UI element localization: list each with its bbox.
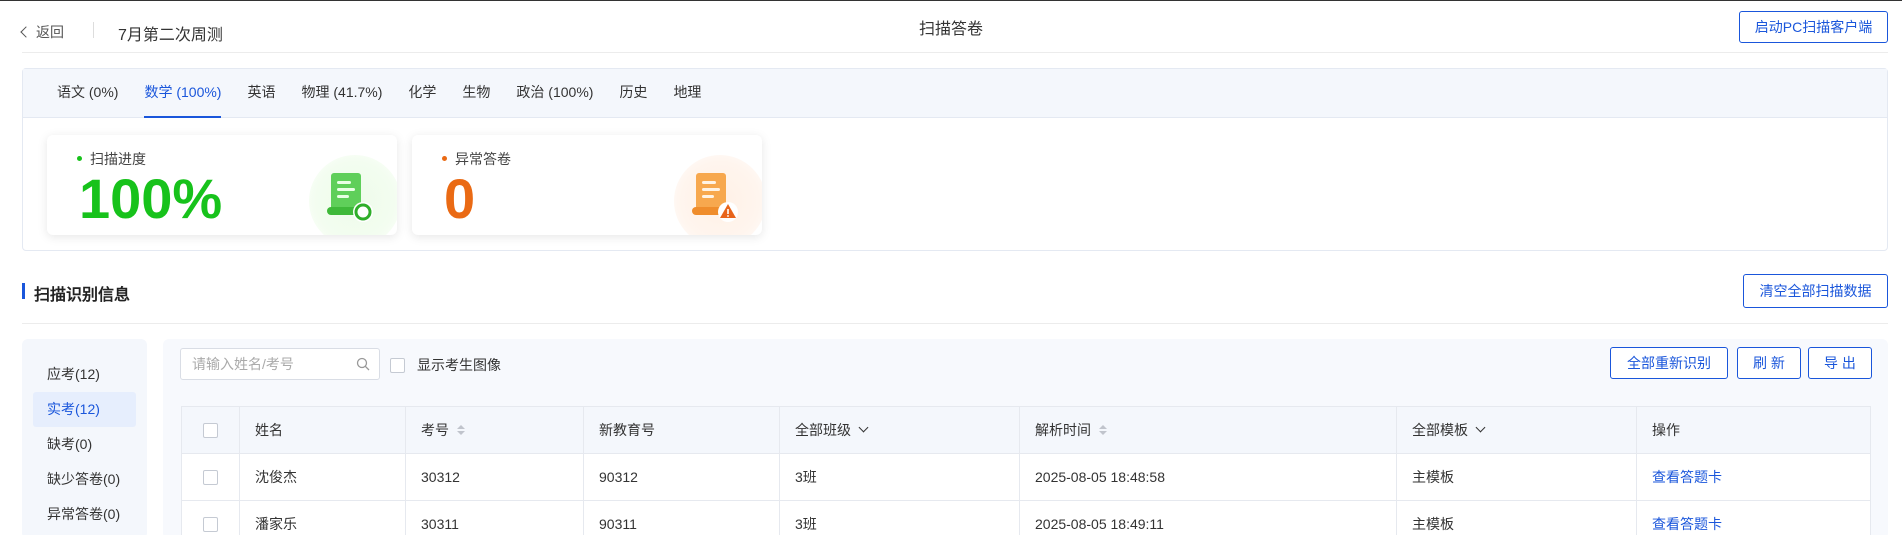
show-photo-toggle[interactable]: 显示考生图像 [390,355,501,375]
cell-edu-no: 90311 [584,501,780,535]
scroll-progress-icon [309,155,397,235]
tab-subject[interactable]: 地理 [673,69,701,118]
column-header-name: 姓名 [240,407,406,453]
show-photo-label: 显示考生图像 [417,357,501,373]
cell-action: 查看答题卡 [1637,454,1870,500]
tab-subject[interactable]: 化学 [408,69,436,118]
page-header: 返回 7月第二次周测 扫描答卷 启动PC扫描客户端 [0,0,1902,54]
column-header-time[interactable]: 解析时间 [1020,407,1397,453]
refresh-button[interactable]: 刷 新 [1737,347,1801,379]
export-button[interactable]: 导 出 [1808,347,1872,379]
cell-time: 2025-08-05 18:49:11 [1020,501,1397,535]
tab-subject[interactable]: 语文 (0%) [57,69,118,118]
filter-item-present[interactable]: 实考(12) [33,392,136,427]
chevron-down-icon [858,422,869,432]
section-title: 扫描识别信息 [22,281,130,305]
tab-subject[interactable]: 英语 [247,69,275,118]
filter-item-abnormal-sheets[interactable]: 异常答卷(0) [33,497,136,532]
column-header-edu-no: 新教育号 [584,407,780,453]
view-answer-sheet-link[interactable]: 查看答题卡 [1652,514,1722,534]
select-all-cell [182,407,240,453]
search-icon[interactable] [356,357,370,371]
sort-icon[interactable] [457,425,465,435]
filter-item-expected[interactable]: 应考(12) [33,357,136,392]
tab-subject[interactable]: 物理 (41.7%) [301,69,382,118]
template-filter-dropdown[interactable]: 全部模板 [1397,407,1637,453]
select-all-checkbox[interactable] [203,422,218,438]
class-filter-dropdown[interactable]: 全部班级 [780,407,1020,453]
reidentify-all-button[interactable]: 全部重新识别 [1610,347,1728,379]
search-input[interactable] [192,356,352,372]
view-answer-sheet-link[interactable]: 查看答题卡 [1652,467,1722,487]
status-dot [442,155,447,161]
cell-name: 潘家乐 [240,501,406,535]
scroll-warning-icon [674,155,762,235]
results-table: 姓名 考号 新教育号 全部班级 解析时间 全部模板 操作 沈俊杰 30312 9… [181,406,1871,535]
cell-template: 主模板 [1397,454,1637,500]
show-photo-checkbox[interactable] [390,357,405,373]
cell-name: 沈俊杰 [240,454,406,500]
filter-item-absent[interactable]: 缺考(0) [33,427,136,462]
column-header-action: 操作 [1652,422,1680,438]
row-checkbox[interactable] [203,469,218,485]
section-divider [22,323,1888,324]
subject-panel: 语文 (0%) 数学 (100%) 英语 物理 (41.7%) 化学 生物 政治… [22,68,1888,251]
cell-class: 3班 [780,501,1020,535]
sort-icon[interactable] [1099,425,1107,435]
cell-class: 3班 [780,454,1020,500]
filter-item-missing-sheets[interactable]: 缺少答卷(0) [33,462,136,497]
status-filter-list: 应考(12) 实考(12) 缺考(0) 缺少答卷(0) 异常答卷(0) [22,339,147,535]
page-title: 扫描答卷 [918,21,983,38]
row-select-cell [182,454,240,500]
subject-tabs: 语文 (0%) 数学 (100%) 英语 物理 (41.7%) 化学 生物 政治… [23,69,1887,118]
search-box [180,348,380,380]
column-header-exam-no[interactable]: 考号 [406,407,584,453]
row-checkbox[interactable] [203,516,218,532]
launch-pc-scanner-button[interactable]: 启动PC扫描客户端 [1739,11,1888,43]
scan-progress-value: 100% [79,167,223,230]
abnormal-sheets-value: 0 [444,167,476,230]
cell-action: 查看答题卡 [1637,501,1870,535]
header-divider-line [22,52,1888,53]
cell-time: 2025-08-05 18:48:58 [1020,454,1397,500]
tab-subject[interactable]: 历史 [619,69,647,118]
table-header-row: 姓名 考号 新教育号 全部班级 解析时间 全部模板 操作 [182,407,1870,454]
abnormal-sheets-card: 异常答卷 0 [412,135,762,235]
clear-scan-data-button[interactable]: 清空全部扫描数据 [1743,274,1888,308]
scan-results-panel: 显示考生图像 全部重新识别 刷 新 导 出 姓名 考号 新教育号 全部班级 解析… [163,339,1888,535]
status-dot [77,155,82,161]
cell-exam-no: 30311 [406,501,584,535]
cell-edu-no: 90312 [584,454,780,500]
row-select-cell [182,501,240,535]
tab-subject-active[interactable]: 数学 (100%) [144,69,222,118]
cell-template: 主模板 [1397,501,1637,535]
tab-subject[interactable]: 政治 (100%) [516,69,593,118]
table-row: 沈俊杰 30312 90312 3班 2025-08-05 18:48:58 主… [182,454,1870,501]
cell-exam-no: 30312 [406,454,584,500]
tab-subject[interactable]: 生物 [462,69,490,118]
scan-progress-card: 扫描进度 100% [47,135,397,235]
chevron-down-icon [1475,422,1486,432]
table-row: 潘家乐 30311 90311 3班 2025-08-05 18:49:11 主… [182,501,1870,535]
